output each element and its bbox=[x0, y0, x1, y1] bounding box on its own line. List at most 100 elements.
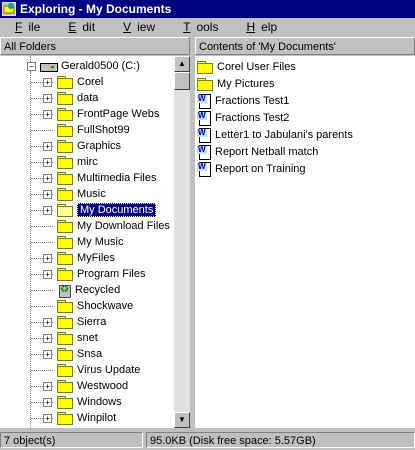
file-item-letter1-to-jabulani-s-parents[interactable]: Letter1 to Jabulani's parents bbox=[197, 127, 353, 143]
file-label: Fractions Test1 bbox=[215, 95, 290, 107]
tree-item-windows[interactable]: + Windows bbox=[0, 394, 174, 410]
file-label: Report Netball match bbox=[215, 146, 319, 158]
tree-label: Recycled bbox=[75, 284, 121, 296]
folder-icon bbox=[57, 156, 73, 169]
tree-label: FullShot99 bbox=[77, 124, 130, 136]
menu-tools[interactable]: Tools bbox=[167, 20, 230, 34]
folder-icon bbox=[57, 188, 73, 201]
tree-item-frontpage-webs[interactable]: + FrontPage Webs bbox=[0, 106, 174, 122]
file-label: Letter1 to Jabulani's parents bbox=[215, 129, 353, 141]
explorer-icon[interactable] bbox=[1, 1, 17, 17]
folder-icon bbox=[57, 92, 73, 105]
expand-toggle[interactable]: + bbox=[43, 270, 52, 279]
tree-label: My Documents bbox=[77, 203, 157, 217]
menu-edit[interactable]: Edit bbox=[52, 20, 107, 34]
tree-item-myfiles[interactable]: + MyFiles bbox=[0, 250, 174, 266]
scroll-thumb[interactable] bbox=[174, 72, 190, 90]
file-item-report-on-training[interactable]: Report on Training bbox=[197, 161, 306, 177]
file-item-fractions-test2[interactable]: Fractions Test2 bbox=[197, 110, 289, 126]
file-item-my-pictures[interactable]: My Pictures bbox=[197, 76, 274, 92]
title-bar[interactable]: Exploring - My Documents bbox=[0, 0, 415, 18]
open-folder-icon bbox=[57, 204, 73, 217]
expand-toggle[interactable]: + bbox=[43, 350, 52, 359]
expand-toggle[interactable]: + bbox=[43, 318, 52, 327]
tree-label: Corel bbox=[77, 76, 104, 88]
tree-item-graphics[interactable]: + Graphics bbox=[0, 138, 174, 154]
expand-toggle[interactable]: + bbox=[43, 334, 52, 343]
status-disk-space: 95.0KB (Disk free space: 5.57GB) bbox=[146, 432, 415, 448]
expand-toggle[interactable]: + bbox=[43, 414, 52, 423]
file-item-corel-user-files[interactable]: Corel User Files bbox=[197, 59, 296, 75]
folder-icon bbox=[57, 412, 73, 425]
folder-icon bbox=[57, 332, 73, 345]
word-document-icon bbox=[197, 94, 211, 109]
tree-item-fullshot99[interactable]: FullShot99 bbox=[0, 122, 174, 138]
tree-item-snsa[interactable]: + Snsa bbox=[0, 346, 174, 362]
word-document-icon bbox=[197, 128, 211, 143]
tree-item-data[interactable]: + data bbox=[0, 90, 174, 106]
expand-toggle[interactable]: + bbox=[43, 110, 52, 119]
folder-icon bbox=[57, 236, 73, 249]
expand-toggle[interactable]: + bbox=[43, 174, 52, 183]
folder-tree[interactable]: − Gerald0500 (C:) + Corel + data + FrontPage … bbox=[0, 56, 174, 428]
expand-toggle[interactable]: + bbox=[43, 206, 52, 215]
tree-label: Snsa bbox=[77, 348, 103, 360]
word-document-icon bbox=[197, 111, 211, 126]
status-bar: 7 object(s) 95.0KB (Disk free space: 5.5… bbox=[0, 430, 415, 450]
drive-icon bbox=[39, 60, 58, 72]
file-item-report-netball-match[interactable]: Report Netball match bbox=[197, 144, 318, 160]
tree-item-my-download-files[interactable]: My Download Files bbox=[0, 218, 174, 234]
tree-label: snet bbox=[77, 332, 98, 344]
tree-label: Shockwave bbox=[77, 300, 134, 312]
tree-item-my-music[interactable]: My Music bbox=[0, 234, 174, 250]
tree-label: Windows bbox=[77, 396, 122, 408]
menu-bar: File Edit View Tools Help bbox=[0, 18, 415, 36]
tree-label: Multimedia Files bbox=[77, 172, 157, 184]
tree-item-virus-update[interactable]: Virus Update bbox=[0, 362, 174, 378]
tree-label: My Music bbox=[77, 236, 124, 248]
folder-icon bbox=[197, 61, 213, 74]
all-folders-header: All Folders bbox=[0, 37, 190, 55]
tree-item-program-files[interactable]: + Program Files bbox=[0, 266, 174, 282]
tree-label: data bbox=[77, 92, 99, 104]
tree-scrollbar[interactable]: ▲ ▼ bbox=[174, 56, 190, 428]
tree-item-drive[interactable]: − Gerald0500 (C:) bbox=[0, 58, 174, 74]
menu-view[interactable]: View bbox=[107, 20, 167, 34]
folder-icon bbox=[197, 78, 213, 91]
tree-item-music[interactable]: + Music bbox=[0, 186, 174, 202]
tree-item-winpilot[interactable]: + Winpilot bbox=[0, 410, 174, 426]
tree-item-multimedia-files[interactable]: + Multimedia Files bbox=[0, 170, 174, 186]
contents-list[interactable]: Corel User Files My Pictures Fractions Tes… bbox=[195, 56, 415, 428]
tree-item-my-documents[interactable]: + My Documents bbox=[0, 202, 174, 218]
tree-label: Gerald0500 (C:) bbox=[61, 60, 140, 72]
tree-label: Sierra bbox=[77, 316, 107, 328]
folder-icon bbox=[57, 396, 73, 409]
tree-label: Winpilot bbox=[77, 412, 117, 424]
expand-toggle[interactable]: + bbox=[43, 254, 52, 263]
tree-item-corel[interactable]: + Corel bbox=[0, 74, 174, 90]
tree-item-shockwave[interactable]: Shockwave bbox=[0, 298, 174, 314]
expand-toggle[interactable]: + bbox=[43, 382, 52, 391]
scroll-down-button[interactable]: ▼ bbox=[174, 412, 190, 428]
tree-item-snet[interactable]: + snet bbox=[0, 330, 174, 346]
tree-label: mirc bbox=[77, 156, 98, 168]
file-item-fractions-test1[interactable]: Fractions Test1 bbox=[197, 93, 289, 109]
expand-toggle[interactable]: + bbox=[43, 398, 52, 407]
folder-icon bbox=[57, 76, 73, 89]
menu-file[interactable]: File bbox=[0, 20, 52, 34]
folder-icon bbox=[57, 300, 73, 313]
expand-toggle[interactable]: + bbox=[43, 142, 52, 151]
menu-help[interactable]: Help bbox=[230, 20, 289, 34]
expand-toggle[interactable]: + bbox=[43, 190, 52, 199]
folder-icon bbox=[57, 380, 73, 393]
expand-toggle[interactable]: + bbox=[43, 94, 52, 103]
tree-item-westwood[interactable]: + Westwood bbox=[0, 378, 174, 394]
tree-item-recycled[interactable]: Recycled bbox=[0, 282, 174, 298]
expand-toggle[interactable]: + bbox=[43, 78, 52, 87]
tree-line bbox=[31, 226, 53, 227]
expand-toggle[interactable]: + bbox=[43, 158, 52, 167]
tree-item-mirc[interactable]: + mirc bbox=[0, 154, 174, 170]
scroll-up-button[interactable]: ▲ bbox=[174, 56, 190, 72]
collapse-toggle[interactable]: − bbox=[27, 62, 36, 71]
tree-item-sierra[interactable]: + Sierra bbox=[0, 314, 174, 330]
